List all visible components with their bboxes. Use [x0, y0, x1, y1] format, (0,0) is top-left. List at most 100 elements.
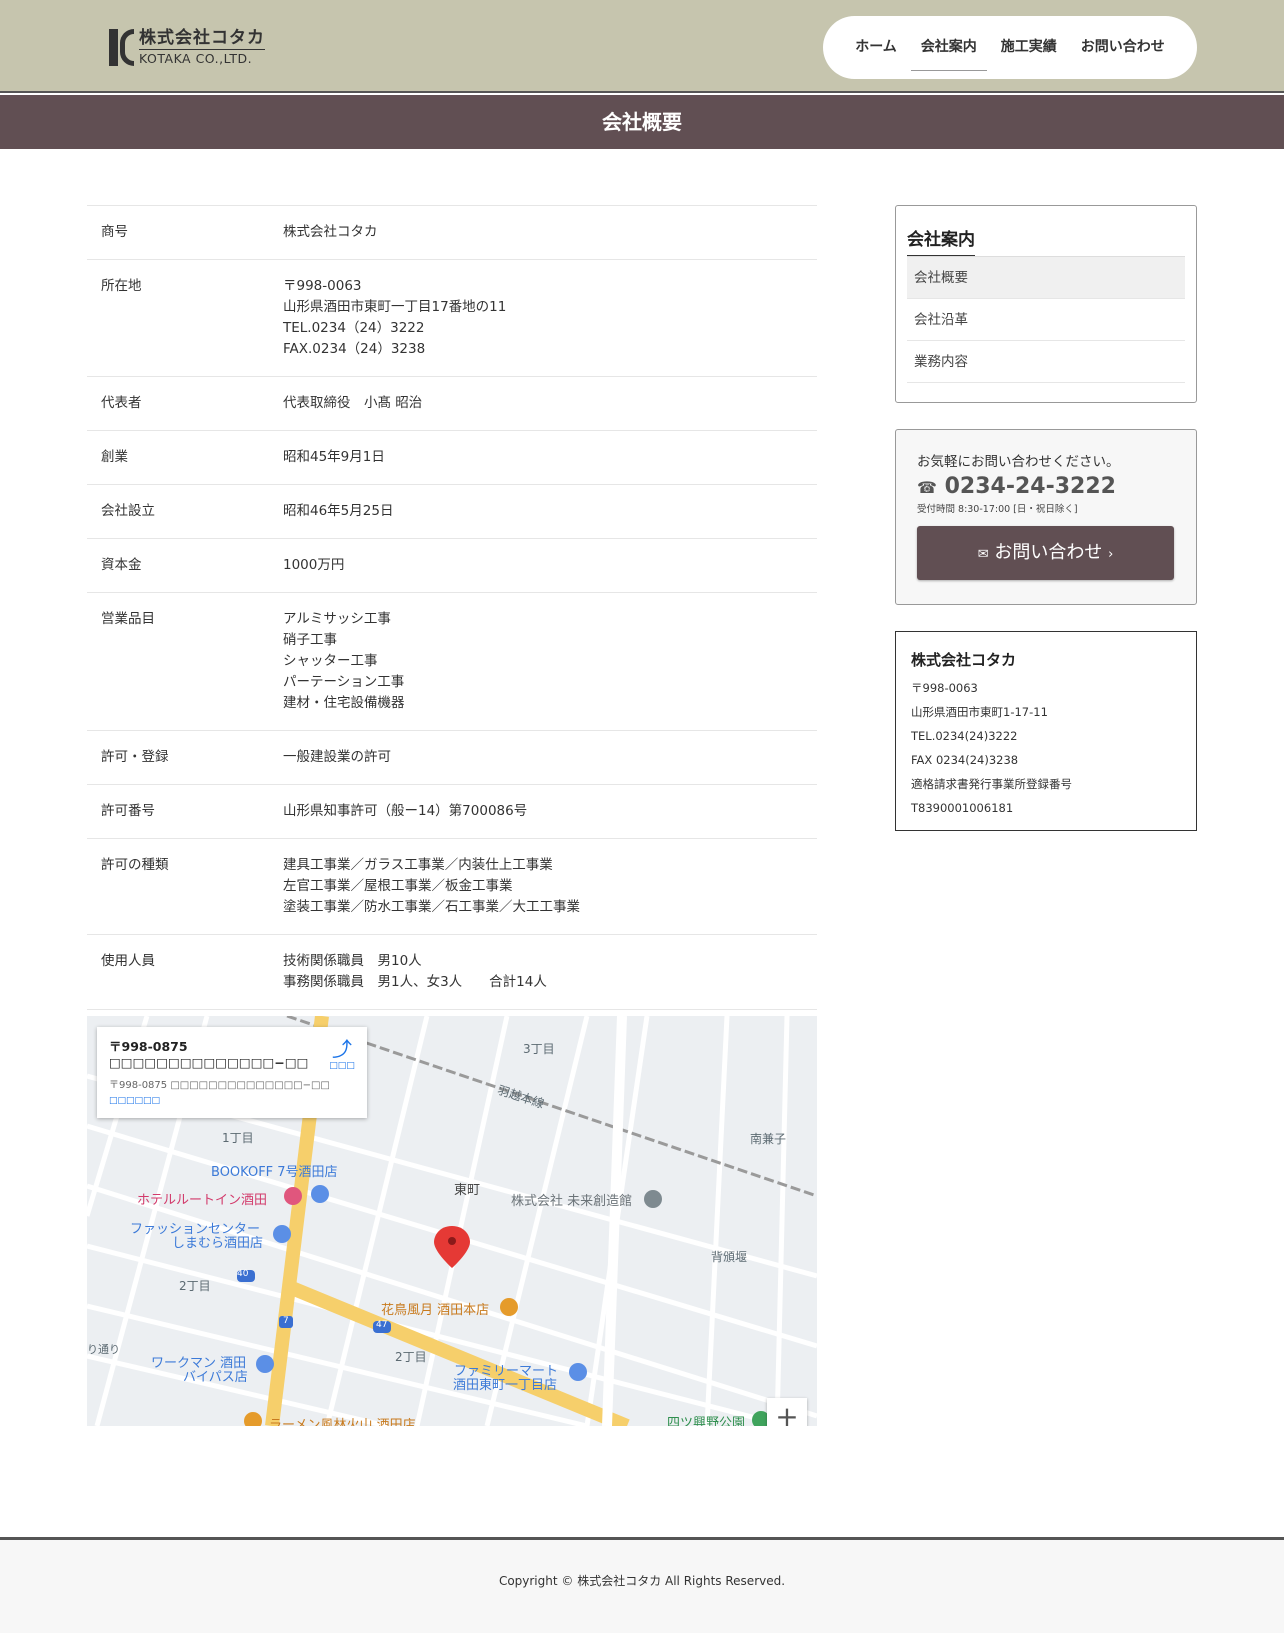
familymart-poi-icon[interactable] [569, 1363, 587, 1381]
map-label: 2丁目 [179, 1279, 211, 1293]
bookoff-poi-icon[interactable] [311, 1185, 329, 1203]
directions-icon: ⤴ [332, 1037, 352, 1061]
info-value-line: 一般建設業の許可 [283, 749, 391, 765]
info-value-line: FAX.0234（24）3238 [283, 341, 426, 357]
company-address-box: 株式会社コタカ 〒998-0063 山形県酒田市東町1-17-11 TEL.02… [895, 631, 1197, 831]
contact-box: お気軽にお問い合わせください。 ☎ 0234-24-3222 受付時間 8:30… [895, 429, 1197, 605]
info-row: 創業 昭和45年9月1日 [87, 431, 817, 485]
hotel-poi-icon[interactable] [284, 1187, 302, 1205]
info-value: 昭和46年5月25日 [283, 501, 817, 522]
company-logo[interactable]: 株式会社コタカ KOTAKA CO.,LTD. [109, 27, 265, 67]
map-label: 1丁目 [222, 1131, 254, 1145]
map-embed[interactable]: 40 7 47 3丁目 羽越本線 南兼子 1丁目 BOOKOFF 7号酒田店 ホ… [87, 1016, 817, 1426]
contact-button[interactable]: ✉ お問い合わせ › [917, 526, 1174, 580]
map-zoom-in-button[interactable]: + [767, 1398, 807, 1426]
info-label: 使用人員 [101, 953, 155, 969]
map-directions-button[interactable]: ⤴ □□□ [327, 1037, 357, 1071]
info-value-line: 昭和46年5月25日 [283, 503, 394, 519]
map-label: BOOKOFF 7号酒田店 [211, 1165, 338, 1180]
map-card-title: 〒998-0875 □□□□□□□□□□□□□□−□□ [109, 1039, 309, 1070]
logo-mark-icon [109, 28, 134, 66]
map-directions-label: □□□ [329, 1061, 355, 1071]
info-value: アルミサッシ工事 硝子工事 シャッター工事 パーテーション工事 建材・住宅設備機器 [283, 609, 817, 714]
info-value-line: 硝子工事 [283, 632, 337, 648]
map-info-card: 〒998-0875 □□□□□□□□□□□□□□−□□ 〒998-0875 □□… [97, 1027, 367, 1118]
nav-company[interactable]: 会社案内 [909, 16, 989, 79]
contact-button-label: お問い合わせ [994, 542, 1103, 563]
info-value-line: 昭和45年9月1日 [283, 449, 385, 465]
contact-lead: お気軽にお問い合わせください。 [917, 454, 1120, 470]
company-invoice-number: T8390001006181 [911, 801, 1014, 815]
workman-poi-icon[interactable] [256, 1355, 274, 1373]
info-row: 代表者 代表取締役 小髙 昭治 [87, 377, 817, 431]
map-label: ラーメン風林火山 酒田店 [269, 1418, 416, 1426]
site-footer: Copyright © 株式会社コタカ All Rights Reserved. [0, 1537, 1284, 1633]
map-card-address: 〒998-0875 □□□□□□□□□□□□□□−□□ [109, 1080, 330, 1091]
company-fax: FAX 0234(24)3238 [911, 753, 1019, 767]
info-value-line: 技術関係職員 男10人 [283, 953, 422, 969]
info-label: 許可・登録 [101, 749, 169, 765]
info-value: 株式会社コタカ [283, 222, 817, 243]
info-value-line: アルミサッシ工事 [283, 611, 391, 627]
info-label: 資本金 [101, 557, 142, 573]
info-row: 許可の種類 建具工事業／ガラス工事業／内装仕上工事業 左官工事業／屋根工事業／板金工… [87, 839, 817, 935]
info-value: 建具工事業／ガラス工事業／内装仕上工事業 左官工事業／屋根工事業／板金工事業 塗装工… [283, 855, 817, 918]
ramen-poi-icon[interactable] [244, 1412, 262, 1426]
info-label: 商号 [101, 224, 128, 240]
contact-phone-number: 0234-24-3222 [944, 474, 1116, 499]
shimamura-poi-icon[interactable] [273, 1225, 291, 1243]
logo-text-jp: 株式会社コタカ [139, 27, 265, 50]
info-value-line: 株式会社コタカ [283, 224, 378, 240]
road-number-label: 7 [283, 1316, 289, 1326]
company-invoice-label: 適格請求書発行事業所登録番号 [911, 777, 1072, 791]
map-label: 四ツ興野公園 [667, 1416, 746, 1426]
map-label: 株式会社 未来創造館 [511, 1194, 633, 1209]
location-pin-icon[interactable] [434, 1226, 470, 1268]
info-value-line: 〒998-0063 [283, 278, 362, 294]
map-label: ホテルルートイン酒田 [137, 1193, 268, 1208]
logo-text-en: KOTAKA CO.,LTD. [139, 50, 253, 66]
info-value: 昭和45年9月1日 [283, 447, 817, 468]
nav-home[interactable]: ホーム [843, 16, 909, 79]
info-row: 商号 株式会社コタカ [87, 206, 817, 260]
main-nav: ホーム 会社案内 施工実績 お問い合わせ [823, 16, 1197, 79]
road-number-label: 40 [237, 1269, 249, 1279]
info-value-line: 建材・住宅設備機器 [283, 695, 405, 711]
sidebar-menu: 会社案内 会社概要 会社沿革 業務内容 [895, 205, 1197, 403]
info-row: 使用人員 技術関係職員 男10人 事務関係職員 男1人、女3人 合計14人 [87, 935, 817, 1010]
mail-icon: ✉ [977, 547, 989, 562]
company-name: 株式会社コタカ [911, 651, 1017, 669]
nav-works[interactable]: 施工実績 [989, 16, 1069, 79]
sidebar-item-overview[interactable]: 会社概要 [907, 257, 1185, 299]
map-label: 背頒堰 [711, 1250, 748, 1264]
info-value: 技術関係職員 男10人 事務関係職員 男1人、女3人 合計14人 [283, 951, 817, 993]
info-label: 会社設立 [101, 503, 155, 519]
map-label: バイパス店 [183, 1370, 248, 1385]
info-value-line: 山形県酒田市東町一丁目17番地の11 [283, 299, 507, 315]
sidebar-item-business[interactable]: 業務内容 [907, 341, 1185, 383]
map-larger-link[interactable]: □□□□□□ [109, 1096, 160, 1106]
info-value: 1000万円 [283, 555, 817, 576]
company-poi-icon[interactable] [644, 1190, 662, 1208]
info-label: 許可の種類 [101, 857, 169, 873]
nav-contact[interactable]: お問い合わせ [1069, 16, 1177, 79]
sidebar-menu-title: 会社案内 [907, 225, 975, 256]
info-row: 資本金 1000万円 [87, 539, 817, 593]
company-address: 山形県酒田市東町1-17-11 [911, 705, 1048, 719]
restaurant-poi-icon[interactable] [500, 1298, 518, 1316]
info-value: 山形県知事許可（般ー14）第700086号 [283, 801, 817, 822]
info-row: 許可番号 山形県知事許可（般ー14）第700086号 [87, 785, 817, 839]
info-value: 一般建設業の許可 [283, 747, 817, 768]
company-tel: TEL.0234(24)3222 [911, 729, 1018, 743]
map-label: 酒田東町一丁目店 [453, 1378, 558, 1393]
info-value-line: TEL.0234（24）3222 [283, 320, 425, 336]
info-row: 所在地 〒998-0063 山形県酒田市東町一丁目17番地の11 TEL.0234（2… [87, 260, 817, 377]
page-title: 会社概要 [0, 95, 1284, 149]
info-row: 会社設立 昭和46年5月25日 [87, 485, 817, 539]
sidebar-item-history[interactable]: 会社沿革 [907, 299, 1185, 341]
phone-icon: ☎ [917, 478, 937, 497]
map-label: 花鳥風月 酒田本店 [381, 1303, 490, 1318]
company-postal: 〒998-0063 [911, 681, 978, 695]
contact-phone[interactable]: ☎ 0234-24-3222 [917, 474, 1175, 499]
site-header: 株式会社コタカ KOTAKA CO.,LTD. ホーム 会社案内 施工実績 お問… [0, 0, 1284, 93]
